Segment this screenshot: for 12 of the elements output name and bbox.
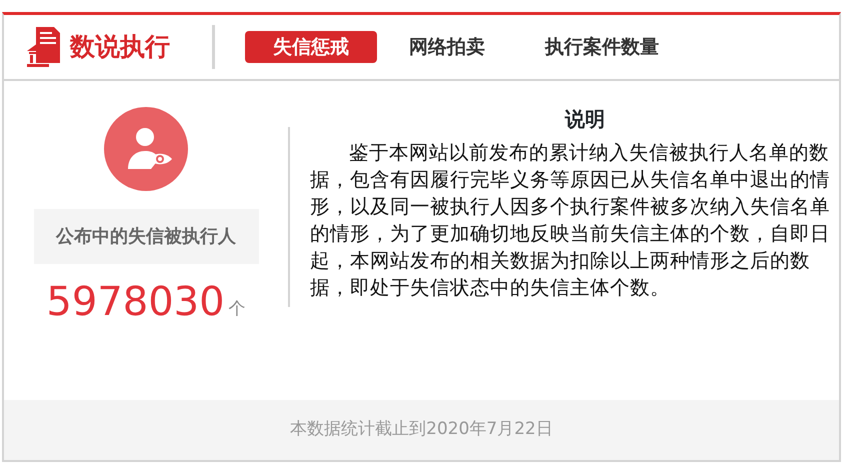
courthouse-document-icon (26, 25, 62, 69)
note-title: 说明 (564, 107, 606, 131)
footer-note: 本数据统计截止到2020年7月22日 (290, 418, 553, 442)
stat-value: 5978030 (46, 282, 225, 322)
nav-tab[interactable]: 网络拍卖 (381, 30, 513, 64)
stat-unit: 个 (228, 298, 246, 320)
stat-label: 公布中的失信被执行人 (34, 209, 258, 264)
person-eye-icon (104, 107, 188, 191)
site-title: 数说执行 (70, 31, 170, 64)
nav-tab[interactable]: 失信惩戒 (245, 30, 377, 64)
note-text: 鉴于本网站以前发布的累计纳入失信被执行人名单的数据，包含有因履行完毕义务等原因已从失信名单中退出的情形，以及同一被执行人因多个执行案件被多次纳入失信名单的情形，为了更加确切地反映当前失信主体的个数，自即日起，本网站发布的相关数据为扣除以上两种情形之后的数据，即处于失信状态中的失信主体个数。 (310, 140, 831, 301)
nav-tab[interactable]: 执行案件数量 (517, 30, 687, 64)
